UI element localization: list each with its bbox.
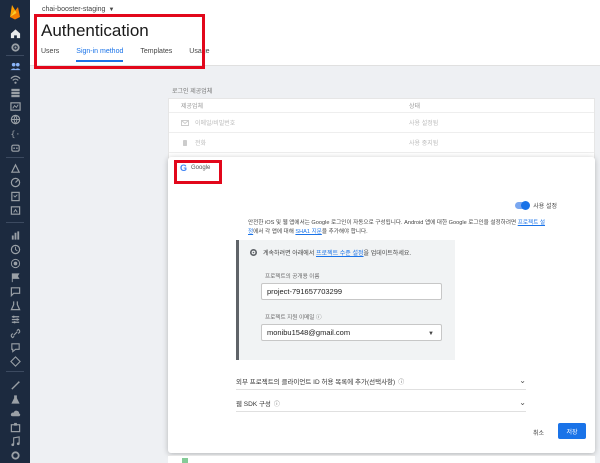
database-icon[interactable]: [9, 86, 21, 98]
help-icon[interactable]: ⓘ: [316, 315, 322, 321]
ab-testing-icon[interactable]: [9, 299, 21, 311]
magic-wand-icon[interactable]: [9, 379, 21, 391]
provider-name: 전화: [195, 141, 207, 147]
app-distribution-icon[interactable]: [9, 204, 21, 216]
predictions-icon[interactable]: [9, 257, 21, 269]
crashlytics-icon[interactable]: [9, 162, 21, 174]
project-level-settings-link[interactable]: 프로젝트 수준 설정: [316, 251, 364, 257]
functions-icon[interactable]: {·}: [9, 127, 21, 139]
help-icon[interactable]: ⓘ: [398, 377, 404, 386]
gear-icon: [249, 248, 258, 257]
support-email-value: monibu1548@gmail.com: [267, 328, 351, 337]
test-lab-icon[interactable]: [9, 190, 21, 202]
machine-learning-icon[interactable]: [9, 355, 21, 367]
chevron-down-icon: ⌄: [519, 398, 526, 407]
flask-icon[interactable]: [9, 393, 21, 405]
extensions-icon[interactable]: [9, 421, 21, 433]
project-config-box: 계속하려면 아래에서 프로젝트 수준 설정을 업데이트하세요. 프로젝트의 공개…: [236, 240, 455, 360]
email-icon: [181, 119, 189, 126]
cancel-button[interactable]: 취소: [533, 428, 544, 437]
public-name-label: 프로젝트의 공개용 이름: [265, 274, 320, 280]
wifi-icon[interactable]: [9, 73, 21, 85]
external-client-ids-expander[interactable]: 외부 프로젝트의 클라이언트 ID 허용 목록에 추가(선택사항) ⓘ ⌄: [236, 373, 526, 390]
globe-icon[interactable]: [9, 113, 21, 125]
google-provider-panel: G Google 사용 설정 안전한 iOS 및 웹 앱에서는 Google 로…: [168, 157, 595, 453]
enable-toggle-row: 사용 설정: [515, 200, 557, 210]
table-row[interactable]: 전화 사용 중지됨: [169, 133, 594, 153]
enable-toggle[interactable]: [515, 200, 531, 210]
flag-icon[interactable]: [9, 271, 21, 283]
clock-icon[interactable]: [9, 243, 21, 255]
chevron-down-icon: ⌄: [519, 376, 526, 385]
home-icon[interactable]: [9, 27, 21, 39]
sha1-link[interactable]: SHA1 지문: [295, 229, 321, 235]
firebase-logo[interactable]: [8, 4, 22, 20]
robot-icon[interactable]: [9, 141, 21, 153]
highlight-box: [174, 160, 222, 184]
messaging-icon[interactable]: [9, 285, 21, 297]
table-row[interactable]: 이메일/비밀번호 사용 설정됨: [169, 113, 594, 133]
provider-status: 사용 설정됨: [409, 121, 439, 127]
remote-config-icon[interactable]: [9, 313, 21, 325]
left-nav-rail: {·}: [0, 0, 30, 463]
web-sdk-config-expander[interactable]: 웹 SDK 구성 ⓘ ⌄: [236, 395, 526, 412]
provider-icon: [182, 458, 188, 463]
gear-icon[interactable]: [9, 41, 21, 53]
project-selector[interactable]: chai-booster-staging ▼: [42, 6, 114, 13]
save-button[interactable]: 저장: [558, 423, 586, 439]
caret-down-icon: ▼: [108, 6, 115, 13]
svg-text:{·}: {·}: [10, 128, 21, 138]
help-icon[interactable]: ⓘ: [274, 399, 280, 408]
config-notice: 계속하려면 아래에서 프로젝트 수준 설정을 업데이트하세요.: [249, 248, 411, 257]
enable-label: 사용 설정: [533, 204, 557, 210]
cloud-icon[interactable]: [9, 407, 21, 419]
support-email-select[interactable]: monibu1548@gmail.com ▼: [261, 324, 442, 341]
storage-icon[interactable]: [9, 100, 21, 112]
support-email-label: 프로젝트 지원 이메일 ⓘ: [265, 315, 322, 321]
provider-description: 안전한 iOS 및 웹 앱에서는 Google 로그인이 자동으로 구성됩니다.…: [248, 220, 545, 235]
public-name-field[interactable]: project-791657703299: [261, 283, 442, 300]
dynamic-links-icon[interactable]: [9, 327, 21, 339]
section-label: 로그인 제공업체: [172, 89, 213, 95]
performance-icon[interactable]: [9, 176, 21, 188]
column-header-status: 상태: [409, 104, 421, 110]
users-icon[interactable]: [9, 60, 21, 72]
in-app-messaging-icon[interactable]: [9, 341, 21, 353]
project-name: chai-booster-staging: [42, 6, 106, 13]
provider-name: 이메일/비밀번호: [195, 121, 236, 127]
highlight-box: [34, 14, 205, 69]
music-note-icon[interactable]: [9, 435, 21, 447]
phone-icon: [183, 139, 187, 146]
public-name-value: project-791657703299: [267, 287, 343, 296]
next-provider-row: [168, 455, 595, 463]
table-header-row: 제공업체 상태: [169, 99, 594, 113]
dropdown-arrow-icon: ▼: [428, 331, 434, 337]
gear-icon-2[interactable]: [9, 449, 21, 461]
analytics-icon[interactable]: [9, 229, 21, 241]
column-header-provider: 제공업체: [181, 104, 204, 110]
provider-status: 사용 중지됨: [409, 141, 439, 147]
